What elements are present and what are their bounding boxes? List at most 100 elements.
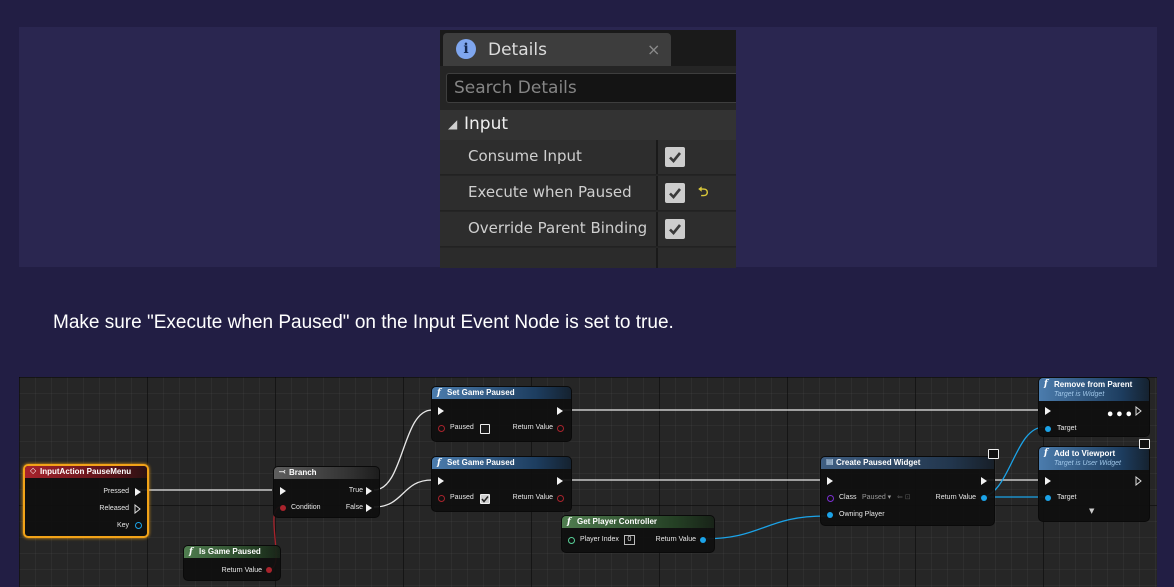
- node-create-paused-widget[interactable]: ▤ Create Paused Widget Class Paused ▾ ⇐ …: [820, 456, 995, 526]
- exec-input-pin[interactable]: [1045, 477, 1051, 485]
- target-pin[interactable]: [1045, 426, 1051, 432]
- category-input[interactable]: ◢ Input: [440, 110, 736, 140]
- node-header: ▤ Create Paused Widget: [821, 457, 994, 469]
- execute-when-paused-checkbox[interactable]: [665, 183, 685, 203]
- function-icon: f: [567, 517, 571, 527]
- paused-checkbox[interactable]: [480, 424, 490, 434]
- consume-input-checkbox[interactable]: [665, 147, 685, 167]
- node-header: f Set Game Paused: [432, 457, 571, 469]
- player-index-value[interactable]: 0: [624, 535, 635, 545]
- exec-pin-false[interactable]: [366, 504, 372, 512]
- tab-details[interactable]: i Details ×: [443, 33, 671, 66]
- close-icon[interactable]: ×: [647, 40, 660, 59]
- player-index-pin[interactable]: [568, 537, 575, 544]
- pin-label-released: Released: [99, 505, 129, 512]
- paused-checkbox-checked[interactable]: [480, 494, 490, 504]
- property-row-execute-when-paused: Execute when Paused ⮌: [440, 176, 736, 211]
- property-label: Override Parent Binding: [468, 219, 648, 237]
- node-title: Create Paused Widget: [836, 458, 921, 467]
- node-get-player-controller[interactable]: f Get Player Controller Player Index 0 R…: [561, 515, 715, 553]
- event-diamond-icon: ◇: [30, 466, 37, 475]
- object-output-pin[interactable]: [700, 537, 706, 543]
- pin-label-target: Target: [1057, 425, 1077, 432]
- object-output-pin[interactable]: [981, 495, 987, 501]
- search-input[interactable]: [447, 74, 736, 102]
- node-header: f Remove from Parent Target is Widget: [1039, 378, 1149, 401]
- pin-label-player-index: Player Index: [580, 536, 619, 543]
- exec-wire-true-to-set-paused-1: [373, 409, 433, 491]
- key-pin[interactable]: [135, 522, 142, 529]
- pin-label-target: Target: [1057, 494, 1077, 501]
- paused-pin[interactable]: [438, 425, 445, 432]
- pin-label-false: False: [345, 504, 363, 511]
- paused-pin[interactable]: [438, 495, 445, 502]
- node-set-game-paused-2[interactable]: f Set Game Paused Paused Return Value: [431, 456, 572, 512]
- node-add-to-viewport[interactable]: f Add to Viewport Target is User Widget …: [1038, 446, 1150, 522]
- node-header: f Add to Viewport Target is User Widget: [1039, 447, 1149, 470]
- exec-input-pin[interactable]: [1045, 407, 1051, 415]
- checkmark-icon: [669, 188, 682, 199]
- collapse-arrow-icon[interactable]: ◢: [448, 117, 457, 131]
- exec-output-pin[interactable]: [557, 407, 563, 415]
- property-label: Consume Input: [468, 147, 582, 165]
- details-tab-strip: i Details ×: [440, 30, 736, 66]
- pin-label-pressed: Pressed: [103, 488, 129, 495]
- hollow-exec-pin-icon: [134, 504, 141, 514]
- tab-details-label: Details: [488, 40, 547, 60]
- class-dropdown[interactable]: Paused ▾: [862, 493, 891, 502]
- search-details-field[interactable]: [446, 73, 736, 103]
- exec-output-pin[interactable]: [981, 477, 987, 485]
- node-set-game-paused-1[interactable]: f Set Game Paused Paused Return Value: [431, 386, 572, 442]
- screen-icon: [1139, 439, 1150, 449]
- pin-label-condition: Condition: [291, 504, 321, 511]
- category-label: Input: [464, 114, 509, 134]
- function-icon: f: [437, 458, 441, 468]
- node-subtitle: Target is Widget: [1054, 391, 1105, 398]
- expand-arrow-icon[interactable]: ▼: [1089, 507, 1094, 515]
- exec-wire-false-to-set-paused-2: [373, 479, 433, 508]
- node-remove-from-parent[interactable]: f Remove from Parent Target is Widget Ta…: [1038, 377, 1150, 437]
- function-icon: f: [437, 388, 441, 398]
- exec-pin-pressed[interactable]: [135, 488, 141, 496]
- hollow-exec-pin-icon: [1135, 476, 1142, 486]
- owning-player-pin[interactable]: [827, 512, 833, 518]
- pin-label-key: Key: [116, 522, 129, 529]
- caption-text: Make sure "Execute when Paused" on the I…: [53, 312, 674, 333]
- node-branch[interactable]: ⤙ Branch True Condition False: [273, 466, 380, 518]
- bool-output-pin[interactable]: [266, 567, 272, 573]
- condition-pin[interactable]: [280, 505, 286, 511]
- browse-icon[interactable]: ⇐ ⊡: [897, 493, 911, 502]
- target-pin[interactable]: [1045, 495, 1051, 501]
- node-header: f Set Game Paused: [432, 387, 571, 399]
- override-parent-binding-checkbox[interactable]: [665, 219, 685, 239]
- exec-output-pin[interactable]: [557, 477, 563, 485]
- exec-input-pin[interactable]: [280, 487, 286, 495]
- object-wire-controller-to-owning-player: [701, 515, 827, 540]
- pin-label-owning-player: Owning Player: [839, 511, 885, 518]
- node-header: f Is Game Paused: [184, 546, 280, 558]
- property-row-override-parent-binding: Override Parent Binding: [440, 212, 736, 247]
- exec-input-pin[interactable]: [827, 477, 833, 485]
- details-empty-area: [440, 248, 736, 268]
- pin-label-return-value: Return Value: [512, 494, 553, 501]
- pin-label-paused: Paused: [450, 494, 474, 501]
- node-is-game-paused[interactable]: f Is Game Paused Return Value: [183, 545, 281, 581]
- details-panel: i Details × ◢ Input Consume Input Execut…: [440, 30, 736, 268]
- exec-input-pin[interactable]: [438, 407, 444, 415]
- node-input-action-pause-menu[interactable]: ◇ InputAction PauseMenu Pressed Released…: [23, 464, 149, 538]
- class-pin[interactable]: [827, 495, 834, 502]
- hollow-exec-pin-icon: [1135, 406, 1142, 416]
- exec-pin-true[interactable]: [366, 487, 372, 495]
- column-divider: [656, 212, 658, 246]
- checkmark-icon: [669, 152, 682, 163]
- bool-output-pin[interactable]: [557, 495, 564, 502]
- branch-icon: ⤙: [279, 467, 286, 476]
- reset-to-default-icon[interactable]: ⮌: [698, 183, 708, 205]
- function-icon: f: [1044, 448, 1048, 458]
- exec-input-pin[interactable]: [438, 477, 444, 485]
- blueprint-graph[interactable]: ◇ InputAction PauseMenu Pressed Released…: [19, 377, 1157, 587]
- bool-output-pin[interactable]: [557, 425, 564, 432]
- column-divider: [656, 176, 658, 210]
- pin-label-return-value: Return Value: [221, 567, 262, 574]
- node-title: Get Player Controller: [577, 517, 658, 526]
